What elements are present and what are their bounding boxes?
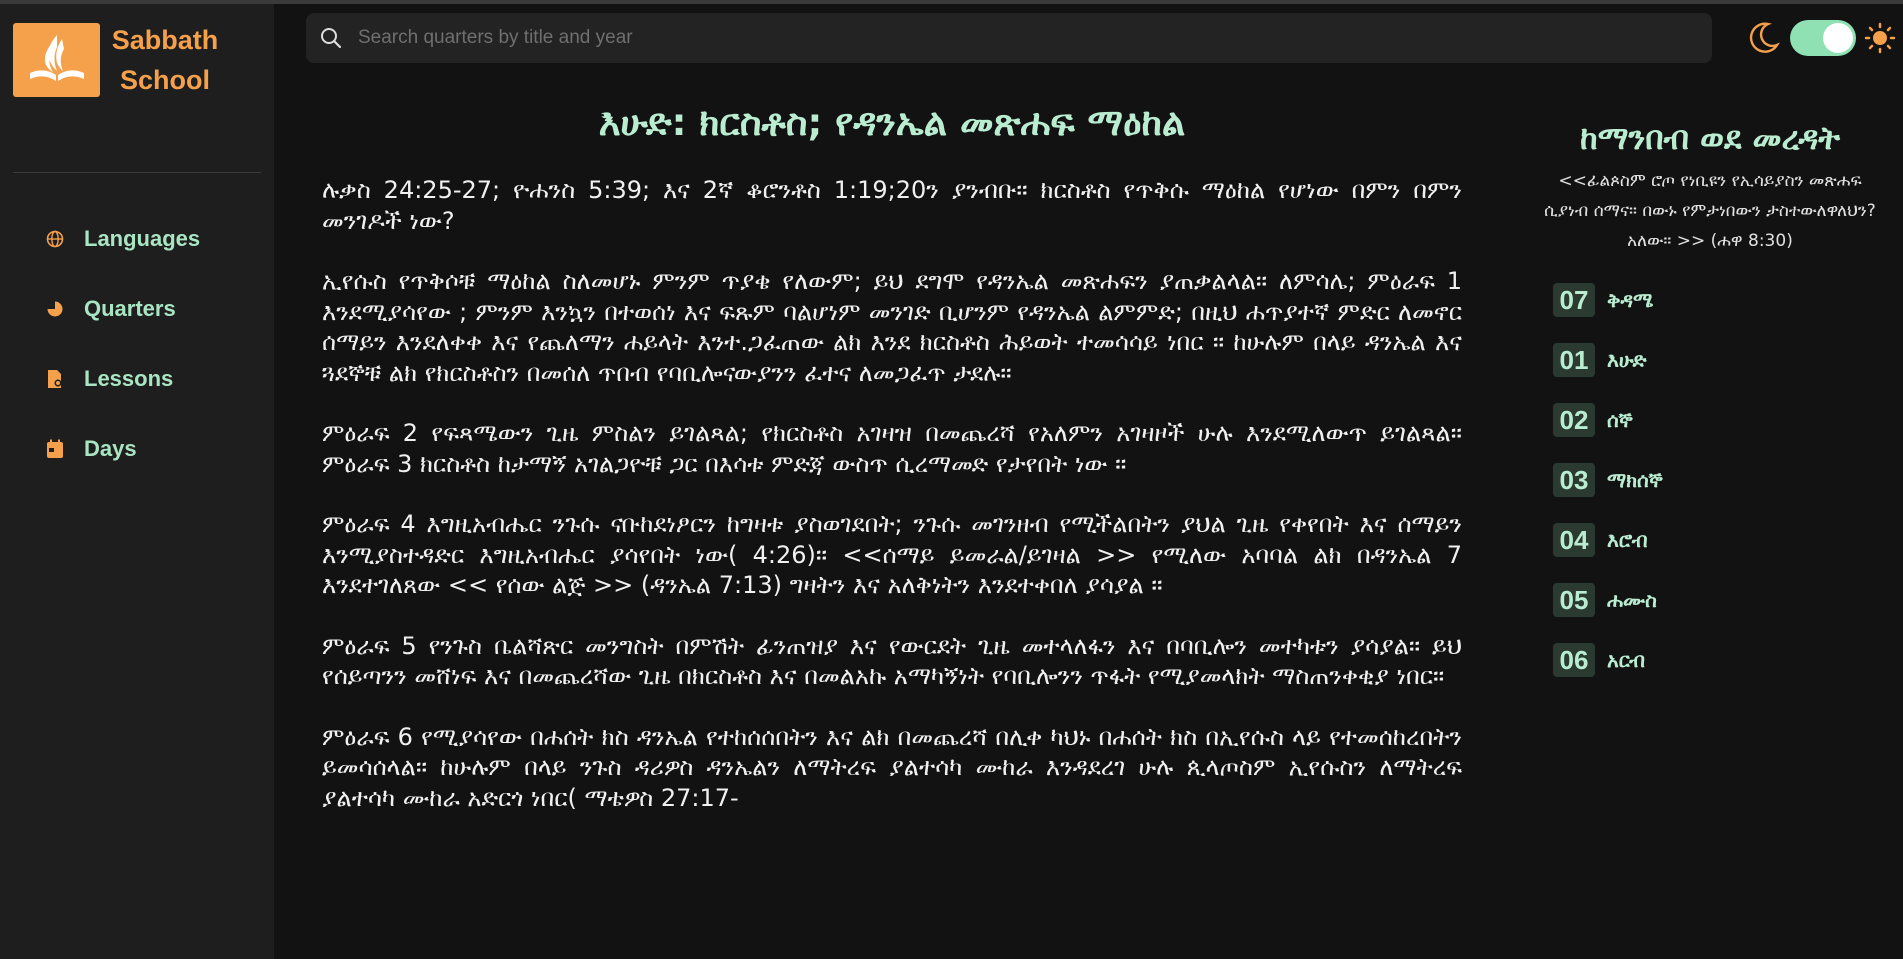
day-label: አርብ [1607, 648, 1645, 672]
top-border [0, 0, 1903, 4]
lesson-article: እሁድ: ክርስቶስ; የዳንኤል መጽሐፍ ማዕከል ሉቃስ 24:25-27… [322, 95, 1462, 843]
article-paragraph: ኢየሱስ የጥቅሶቹ ማዕከል ስለመሆኑ ምንም ጥያቄ የለውም; ይህ ደ… [322, 267, 1462, 387]
dark-mode-toggle[interactable] [1790, 20, 1856, 56]
pie-chart-icon [44, 298, 66, 320]
day-item[interactable]: 05 ሐሙስ [1540, 570, 1880, 630]
day-number: 03 [1553, 463, 1595, 497]
day-number: 05 [1553, 583, 1595, 617]
brand-line-1: Sabbath [111, 25, 219, 55]
brand-name: Sabbath School [110, 20, 220, 100]
brand[interactable]: Sabbath School [13, 20, 220, 100]
day-item[interactable]: 03 ማክሰኞ [1540, 450, 1880, 510]
day-label: ሰኞ [1607, 408, 1633, 432]
lesson-week-title: ከማንበብ ወደ መረዳት [1580, 119, 1840, 157]
memory-verse: <<ፊልጶስም ሮጦ የነቢዩን የኢሳይያስን መጽሐፍ ሲያነብ ሰማና። … [1544, 171, 1876, 251]
sidebar-item-label: Quarters [84, 296, 176, 321]
day-number: 01 [1553, 343, 1595, 377]
sidebar-item-label: Days [84, 436, 137, 461]
article-paragraph: ምዕራፍ 2 የፍጻሜውን ጊዜ ምስልን ይገልጻል; የክርስቶስ አገዛዝ… [322, 419, 1462, 478]
brand-line-2: School [119, 65, 210, 95]
sidebar-item-label: Languages [84, 226, 201, 251]
article-paragraph: ምዕራፍ 4 እግዚአብሔር ንጉሱ ናቡከደነፆርን ከግዛቱ ያስወገደበት… [322, 510, 1462, 599]
day-number: 06 [1553, 643, 1595, 677]
day-number: 07 [1553, 283, 1595, 317]
day-label: ሐሙስ [1607, 588, 1657, 612]
article-paragraph: ምዕራፍ 6 የሚያሳየው በሐሰት ክስ ዳንኤል የተከሰሰበትን እና ል… [322, 722, 1462, 812]
search-icon [318, 25, 344, 51]
sidebar-item-quarters[interactable]: Quarters [0, 274, 274, 344]
sidebar-item-languages[interactable]: Languages [0, 204, 274, 274]
search-input[interactable] [356, 26, 1712, 50]
moon-icon [1748, 21, 1780, 55]
search-bar [306, 13, 1712, 63]
day-list: 07 ቅዳሜ 01 እሁድ 02 ሰኞ 03 ማክሰኞ 04 እሮብ 05 ሐሙ… [1540, 270, 1880, 690]
theme-switcher [1748, 20, 1896, 56]
sidebar-divider [13, 172, 261, 173]
article-paragraph: ሉቃስ 24:25-27; ዮሐንስ 5:39; እና 2ኛ ቆሮንቶስ 1:1… [322, 176, 1462, 235]
sidebar-item-lessons[interactable]: Lessons [0, 344, 274, 414]
day-label: ቅዳሜ [1607, 288, 1654, 312]
day-label: ማክሰኞ [1607, 468, 1663, 492]
globe-icon [44, 228, 66, 250]
day-item[interactable]: 06 አርብ [1540, 630, 1880, 690]
article-paragraph: ምዕራፍ 5 የንጉስ ቤልሻጽር መንግስት በምሽት ፊንጠዝያ እና የው… [322, 631, 1462, 691]
calendar-icon [44, 438, 66, 460]
sidebar: Sabbath School Languages Quarters Lesson… [0, 4, 274, 959]
sidebar-item-label: Lessons [84, 366, 174, 391]
day-item[interactable]: 07 ቅዳሜ [1540, 270, 1880, 330]
lesson-week-panel: ከማንበብ ወደ መረዳት <<ፊልጶስም ሮጦ የነቢዩን የኢሳይያስን መ… [1540, 118, 1880, 690]
sabbath-school-logo-icon [13, 23, 100, 97]
day-item[interactable]: 04 እሮብ [1540, 510, 1880, 570]
sidebar-item-days[interactable]: Days [0, 414, 274, 484]
lesson-title: እሁድ: ክርስቶስ; የዳንኤል መጽሐፍ ማዕከል [598, 101, 1186, 144]
day-item[interactable]: 02 ሰኞ [1540, 390, 1880, 450]
sun-icon [1864, 22, 1896, 54]
day-number: 04 [1553, 523, 1595, 557]
day-label: እሮብ [1607, 528, 1648, 552]
lesson-file-icon [44, 368, 66, 390]
day-label: እሁድ [1607, 348, 1647, 372]
day-item[interactable]: 01 እሁድ [1540, 330, 1880, 390]
toggle-knob [1823, 23, 1853, 53]
sidebar-nav: Languages Quarters Lessons Days [0, 204, 274, 484]
day-number: 02 [1553, 403, 1595, 437]
